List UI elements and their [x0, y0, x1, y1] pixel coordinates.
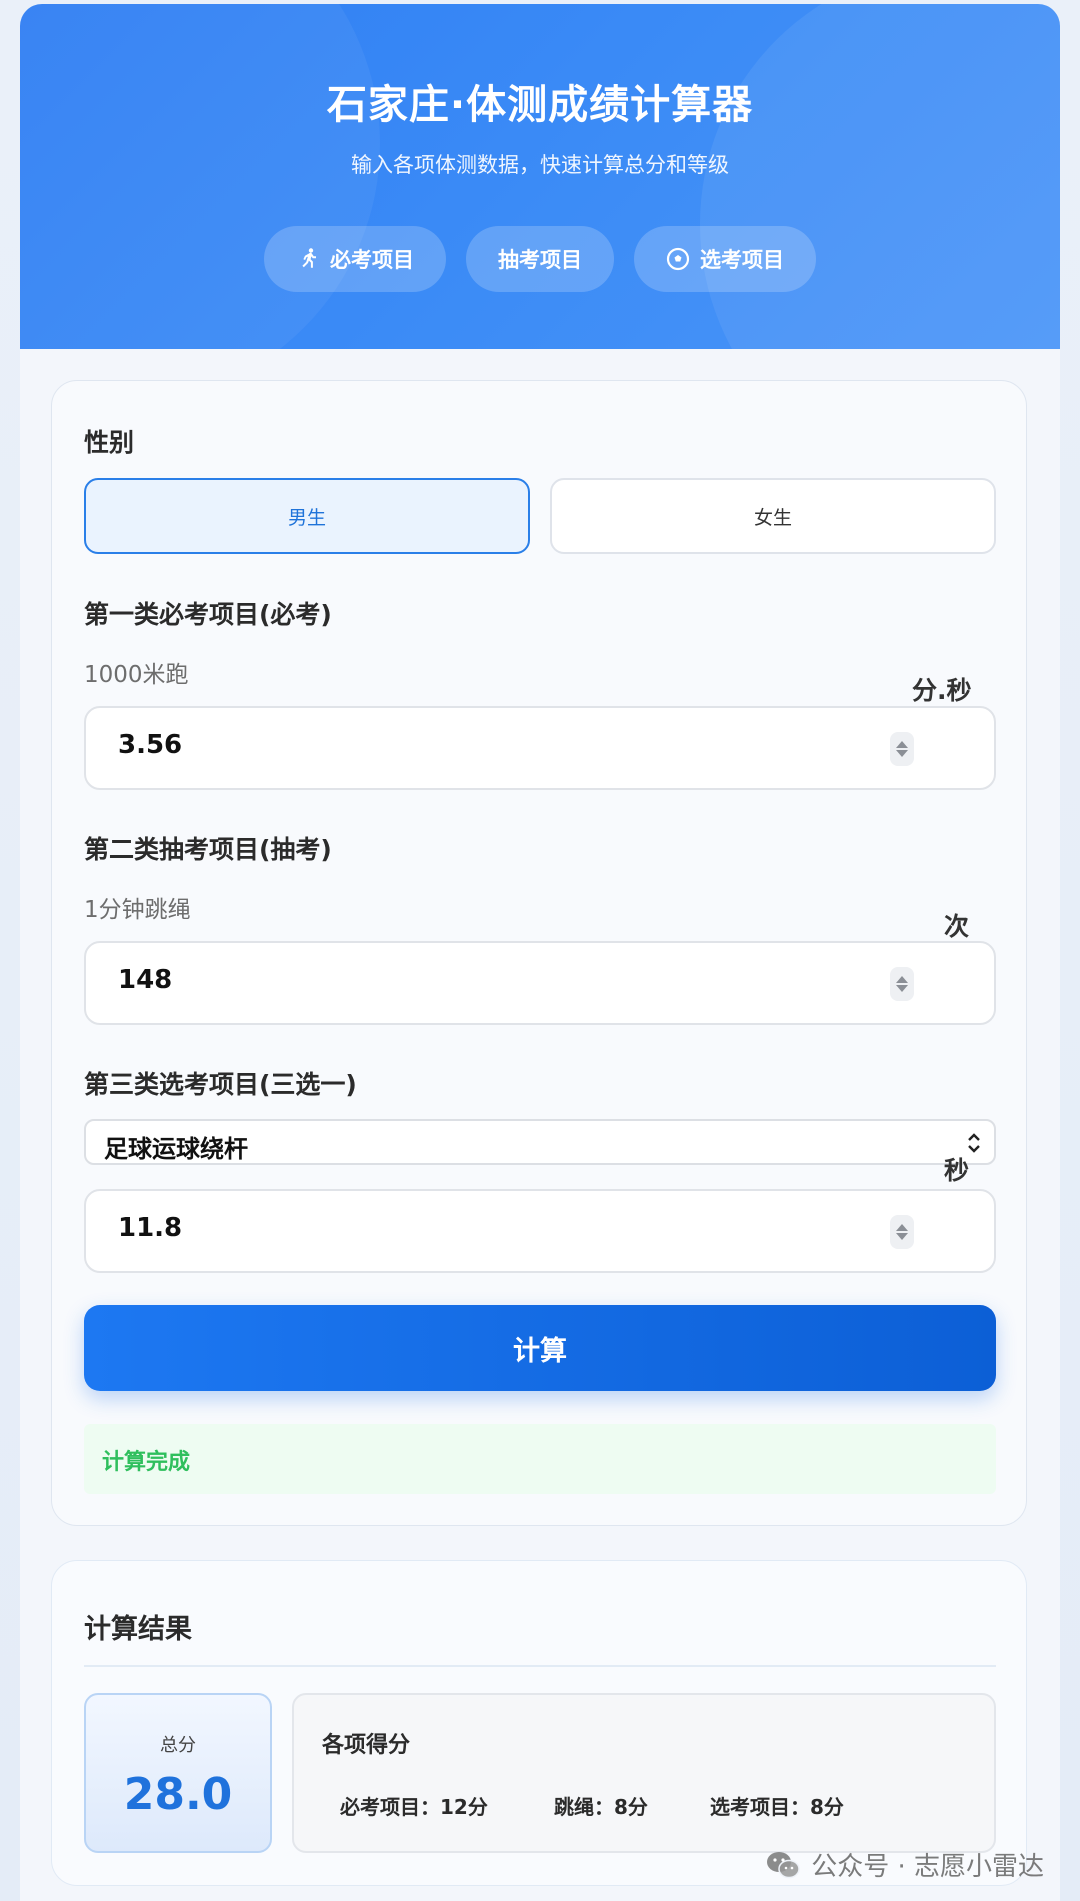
app-window: 石家庄·体测成绩计算器 输入各项体测数据，快速计算总分和等级 必考项目 抽考项目… — [20, 4, 1060, 1901]
stepper-down-icon[interactable] — [896, 1233, 908, 1240]
result-title: 计算结果 — [84, 1614, 192, 1645]
score-optional: 选考项目：8分 — [710, 1795, 844, 1819]
item-1000m-label: 1000米跑 — [84, 662, 189, 688]
category-3-title: 第三类选考项目(三选一) — [84, 1070, 357, 1099]
wechat-icon — [767, 1851, 800, 1878]
score-rope: 跳绳：8分 — [554, 1795, 648, 1819]
select-value: 足球运球绕杆 — [104, 1135, 248, 1163]
watermark-text: 公众号 · 志愿小雷达 — [811, 1852, 1044, 1882]
tab-label: 选考项目 — [700, 248, 784, 272]
item-rope-label: 1分钟跳绳 — [84, 897, 191, 923]
tab-label: 必考项目 — [330, 248, 414, 272]
divider — [84, 1665, 996, 1667]
optional-item-input[interactable]: 11.8 — [84, 1189, 996, 1273]
item-scores-title: 各项得分 — [322, 1733, 411, 1758]
tab-label: 抽考项目 — [498, 248, 582, 272]
category-1-title: 第一类必考项目(必考) — [84, 600, 332, 629]
tab-required[interactable]: 必考项目 — [264, 226, 446, 292]
calculate-button[interactable]: 计算 — [84, 1305, 996, 1391]
gender-male-button[interactable]: 男生 — [84, 478, 530, 554]
run-1000m-input[interactable]: 3.56 — [84, 706, 996, 790]
input-value: 3.56 — [118, 730, 183, 760]
tab-optional[interactable]: 选考项目 — [634, 226, 816, 292]
item-scores-box: 各项得分 必考项目：12分 跳绳：8分 选考项目：8分 — [292, 1693, 996, 1853]
total-score-box: 总分 28.0 — [84, 1693, 272, 1853]
input-value: 11.8 — [118, 1213, 183, 1243]
gender-label: 性别 — [84, 428, 135, 457]
stepper-down-icon[interactable] — [896, 750, 908, 757]
total-label: 总分 — [160, 1735, 196, 1756]
rope-skip-input[interactable]: 148 — [84, 941, 996, 1025]
unit-seconds: 秒 — [944, 1156, 970, 1185]
page-subtitle: 输入各项体测数据，快速计算总分和等级 — [351, 153, 729, 177]
total-value: 28.0 — [123, 1769, 233, 1820]
result-card: 计算结果 总分 28.0 各项得分 必考项目：12分 跳绳：8分 选考项目：8分 — [51, 1560, 1027, 1886]
number-stepper[interactable] — [890, 967, 914, 1001]
stepper-up-icon[interactable] — [896, 741, 908, 748]
stepper-down-icon[interactable] — [896, 985, 908, 992]
number-stepper[interactable] — [890, 1215, 914, 1249]
status-message: 计算完成 — [84, 1424, 996, 1494]
optional-item-select[interactable]: 足球运球绕杆 — [84, 1119, 996, 1165]
watermark: 公众号 · 志愿小雷达 — [765, 1846, 1044, 1883]
score-required: 必考项目：12分 — [340, 1795, 488, 1819]
page-title: 石家庄·体测成绩计算器 — [326, 82, 754, 128]
unit-min-sec: 分.秒 — [912, 676, 972, 705]
category-2-title: 第二类抽考项目(抽考) — [84, 835, 332, 864]
gender-female-button[interactable]: 女生 — [550, 478, 996, 554]
header-banner: 石家庄·体测成绩计算器 输入各项体测数据，快速计算总分和等级 必考项目 抽考项目… — [20, 4, 1060, 349]
unit-count: 次 — [944, 912, 970, 941]
stepper-up-icon[interactable] — [896, 1224, 908, 1231]
category-tabs: 必考项目 抽考项目 选考项目 — [20, 226, 1060, 292]
soccer-ball-icon — [666, 247, 690, 271]
tab-random[interactable]: 抽考项目 — [466, 226, 614, 292]
number-stepper[interactable] — [890, 732, 914, 766]
running-icon — [302, 248, 316, 268]
input-value: 148 — [118, 965, 173, 995]
stepper-up-icon[interactable] — [896, 976, 908, 983]
input-form-card: 性别 男生 女生 第一类必考项目(必考) 1000米跑 分.秒 3.56 第二类… — [51, 380, 1027, 1526]
